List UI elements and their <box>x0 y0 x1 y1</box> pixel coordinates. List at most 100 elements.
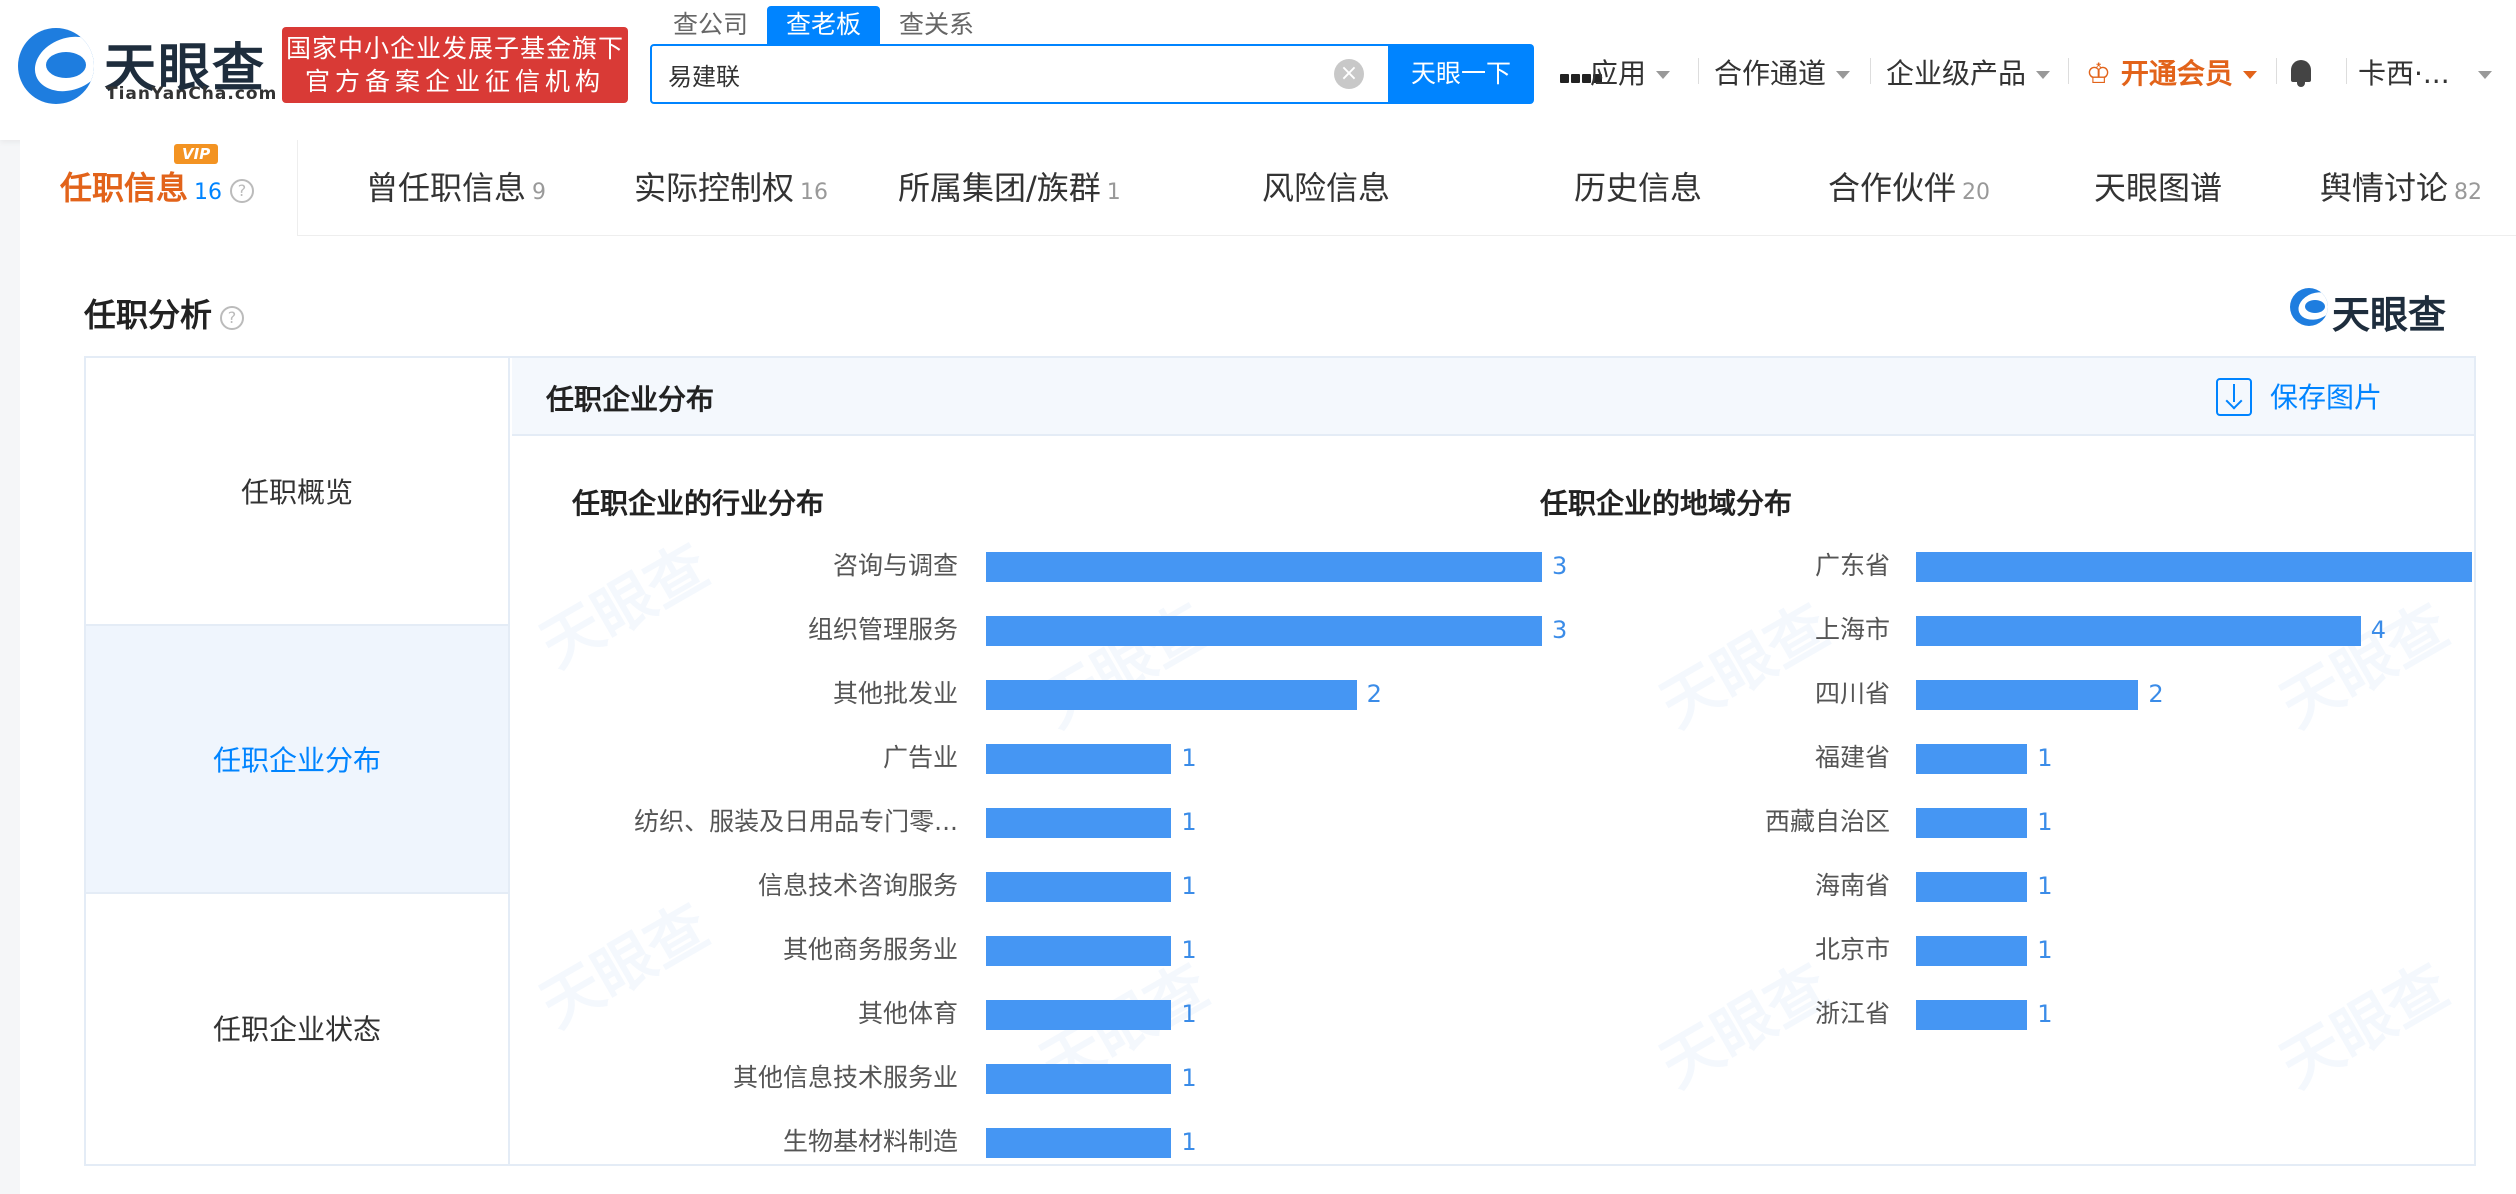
bar[interactable] <box>986 1064 1172 1094</box>
tab-count: 16 <box>194 180 223 205</box>
crown-icon: ♔ <box>2086 57 2112 90</box>
nav-vip[interactable]: ♔ 开通会员 <box>2086 52 2257 92</box>
watermark: 天眼查 <box>529 530 721 682</box>
bar-category-label: 其他信息技术服务业 <box>732 1063 958 1092</box>
notification-bell-icon[interactable] <box>2288 58 2314 88</box>
bar-value-label: 1 <box>1181 936 1197 964</box>
site-logo[interactable]: 天眼查 TianYanCha.com <box>18 26 276 106</box>
bar-value-label: 1 <box>1181 744 1197 772</box>
nav-vip-label: 开通会员 <box>2120 57 2233 90</box>
bar[interactable] <box>986 552 1542 582</box>
bar-value-label: 4 <box>2370 616 2387 644</box>
nav-enterprise[interactable]: 企业级产品 <box>1886 52 2051 92</box>
side-item-status[interactable]: 任职企业状态 <box>86 894 508 1162</box>
tab-count: 9 <box>532 180 547 205</box>
bar[interactable] <box>1916 936 2028 966</box>
bar-category-label: 上海市 <box>1814 615 1890 644</box>
bar[interactable] <box>986 872 1172 902</box>
panel-header: 任职企业分布 保存图片 <box>512 358 2474 436</box>
bar-category-label: 海南省 <box>1814 871 1890 900</box>
nav-apps-label: 应用 <box>1590 57 1647 90</box>
bar[interactable] <box>986 744 1172 774</box>
tab-count: 20 <box>1962 180 1991 205</box>
tab-actual-control[interactable]: 实际控制权 16 <box>634 140 828 236</box>
bar-category-label: 四川省 <box>1814 679 1890 708</box>
tab-history[interactable]: 历史信息 <box>1574 140 1702 236</box>
caret-down-icon <box>1656 71 1671 79</box>
nav-apps[interactable]: 应用 <box>1560 52 1671 92</box>
bar[interactable] <box>1916 872 2028 902</box>
logo-subtitle: TianYanCha.com <box>106 84 278 104</box>
tab-label: 历史信息 <box>1574 169 1703 207</box>
bar-value-label: 2 <box>2148 680 2164 708</box>
chart-title: 任职企业的行业分布 <box>572 487 825 520</box>
bar[interactable] <box>986 1000 1172 1030</box>
tab-current-positions[interactable]: 任职信息 16? <box>60 140 255 236</box>
bar[interactable] <box>1916 808 2028 838</box>
bar[interactable] <box>1916 680 2139 710</box>
tab-count: 16 <box>800 180 829 205</box>
tab-label: 舆情讨论 <box>2320 169 2449 207</box>
tab-label: 所属集团/族群 <box>898 169 1101 207</box>
nav-divider <box>2068 58 2069 84</box>
bar[interactable] <box>986 936 1172 966</box>
tab-group[interactable]: 所属集团/族群 1 <box>898 140 1121 236</box>
brand-eye-icon <box>2290 288 2328 326</box>
watermark: 天眼查 <box>2269 590 2461 742</box>
bar[interactable] <box>986 1128 1172 1158</box>
caret-down-icon <box>2477 71 2492 79</box>
help-icon[interactable]: ? <box>220 306 245 330</box>
bar[interactable] <box>1916 744 2028 774</box>
logo-eye-icon <box>18 28 94 104</box>
search-input[interactable] <box>668 46 1348 102</box>
bar-category-label: 福建省 <box>1814 743 1890 772</box>
tab-graph[interactable]: 天眼图谱 <box>2094 140 2222 236</box>
bar-value-label: 1 <box>2037 808 2053 836</box>
caret-down-icon <box>1836 71 1851 79</box>
side-item-overview[interactable]: 任职概览 <box>86 358 508 626</box>
bar-category-label: 咨询与调查 <box>832 551 958 580</box>
bar[interactable] <box>986 808 1172 838</box>
watermark: 天眼查 <box>1649 950 1841 1102</box>
bar-value-label: 3 <box>1552 552 1568 580</box>
clear-icon[interactable]: × <box>1334 59 1364 89</box>
bar[interactable] <box>1916 1000 2028 1030</box>
tab-label: 曾任职信息 <box>366 169 527 207</box>
detail-tabs: VIP 任职信息 16? 曾任职信息 9 实际控制权 16 所属集团/族群 1 风险信息… <box>20 140 2516 236</box>
nav-divider <box>2276 58 2277 84</box>
bar-category-label: 纺织、服装及日用品专门零... <box>634 807 958 836</box>
tab-label: 风险信息 <box>1262 169 1391 207</box>
nav-enterprise-label: 企业级产品 <box>1886 57 2027 90</box>
side-item-distribution[interactable]: 任职企业分布 <box>86 626 508 894</box>
caret-down-icon <box>2036 71 2051 79</box>
tab-count: 1 <box>1106 180 1121 205</box>
bar-category-label: 其他体育 <box>857 999 958 1028</box>
download-icon[interactable] <box>2216 378 2252 416</box>
section-title: 任职分析? <box>84 290 245 336</box>
tab-partners[interactable]: 合作伙伴 20 <box>1828 140 1990 236</box>
bar-value-label: 1 <box>2037 936 2053 964</box>
help-icon[interactable]: ? <box>230 179 255 203</box>
search-tab-relation[interactable]: 查关系 <box>880 6 993 44</box>
chart-title: 任职企业的地域分布 <box>1540 487 1793 520</box>
tab-count: 82 <box>2454 180 2483 205</box>
search-tab-company[interactable]: 查公司 <box>654 6 767 44</box>
search-button[interactable]: 天眼一下 <box>1388 44 1534 104</box>
tab-past-positions[interactable]: 曾任职信息 9 <box>366 140 546 236</box>
bar[interactable] <box>986 616 1542 646</box>
bar[interactable] <box>1916 552 2472 582</box>
watermark: 天眼查 <box>529 890 721 1042</box>
bar[interactable] <box>1916 616 2361 646</box>
tab-public-opinion[interactable]: 舆情讨论 82 <box>2320 140 2482 236</box>
bar-category-label: 生物基材料制造 <box>782 1127 958 1156</box>
bar[interactable] <box>986 680 1357 710</box>
tab-risk[interactable]: 风险信息 <box>1262 140 1390 236</box>
tab-label: 任职信息 <box>60 169 189 207</box>
nav-partner[interactable]: 合作通道 <box>1714 52 1851 92</box>
distribution-panel: 任职企业分布 保存图片 天眼查 天眼查 天眼查 天眼查 天眼查 天眼查 天眼查 … <box>512 358 2474 1164</box>
save-image-button[interactable]: 保存图片 <box>2270 376 2382 416</box>
bar-category-label: 北京市 <box>1814 935 1890 964</box>
tab-label: 天眼图谱 <box>2094 169 2223 207</box>
search-tab-boss[interactable]: 查老板 <box>767 6 881 44</box>
nav-user[interactable]: 卡西·... <box>2358 52 2492 92</box>
